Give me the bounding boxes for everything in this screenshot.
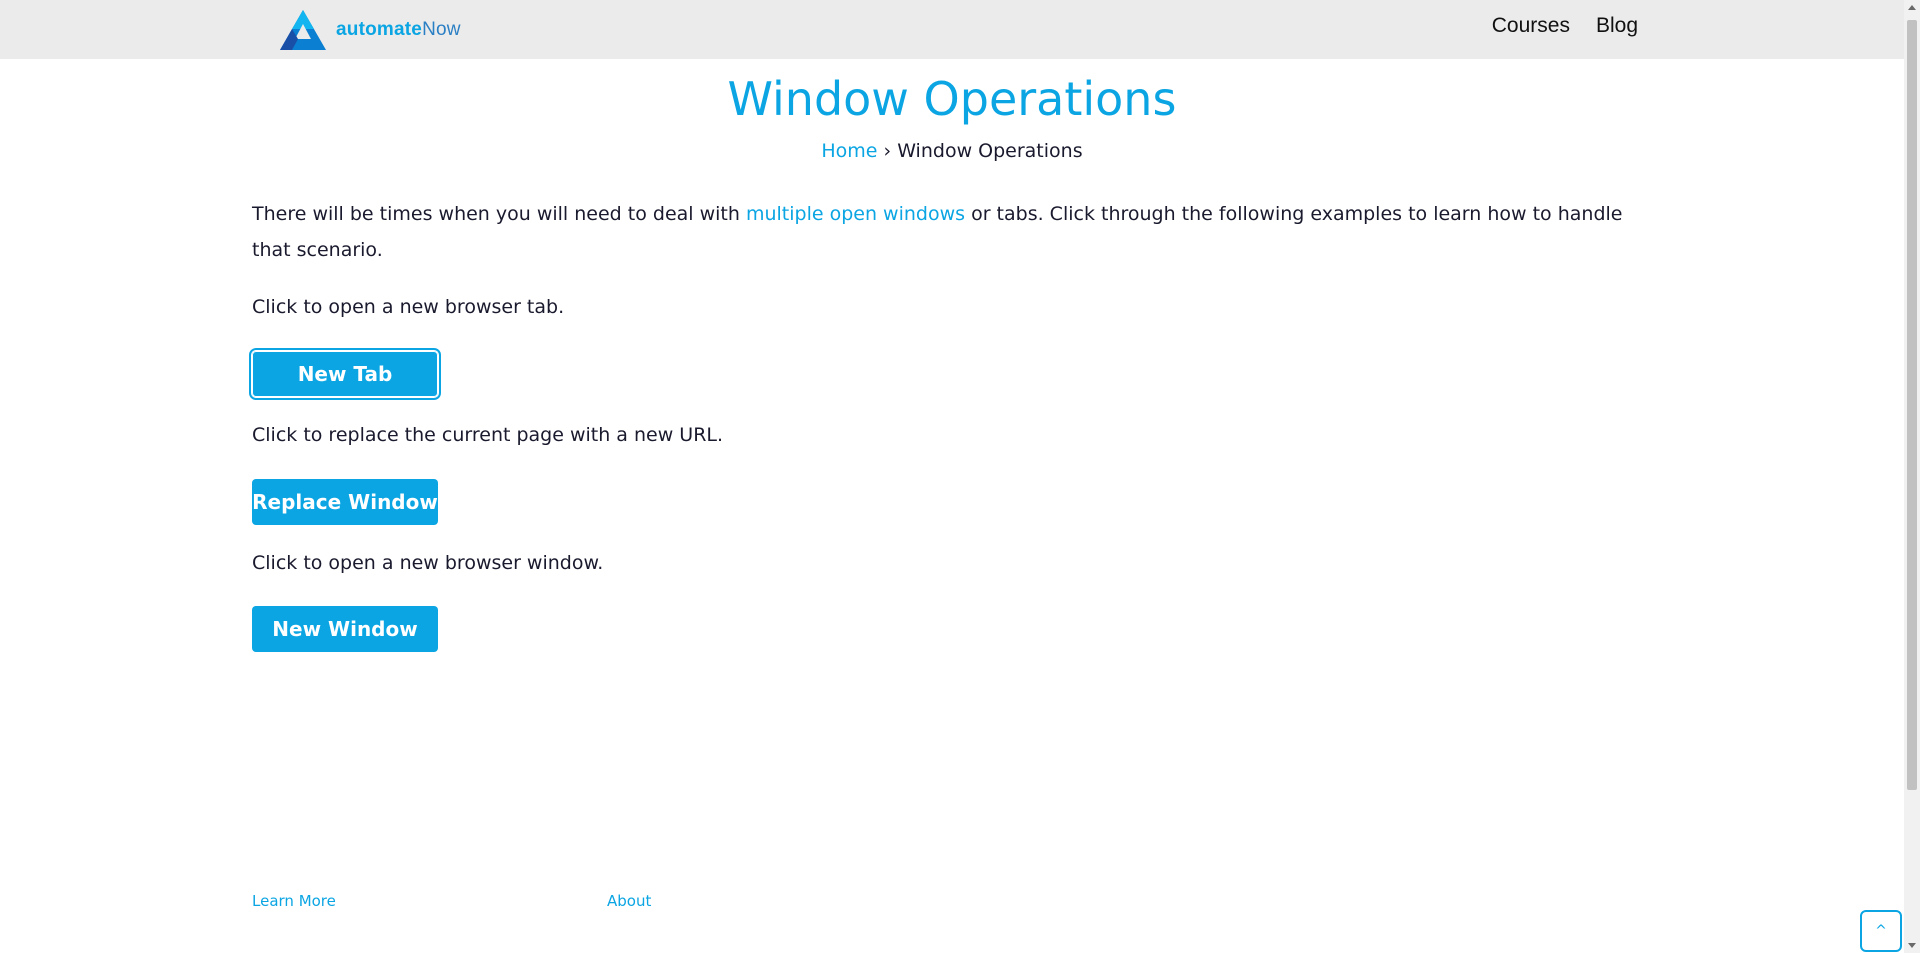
new-window-button[interactable]: New Window bbox=[252, 606, 438, 652]
breadcrumb-current: Window Operations bbox=[897, 140, 1083, 162]
scroll-down-arrow-icon[interactable] bbox=[1908, 943, 1916, 948]
new-tab-button[interactable]: New Tab bbox=[249, 348, 441, 400]
footer-learn-more-link[interactable]: Learn More bbox=[252, 892, 336, 910]
new-window-description: Click to open a new browser window. bbox=[252, 552, 604, 574]
site-header: automateNow Courses Blog bbox=[0, 0, 1904, 59]
replace-window-description: Click to replace the current page with a… bbox=[252, 424, 724, 446]
new-tab-description: Click to open a new browser tab. bbox=[252, 296, 565, 318]
main-nav: Courses Blog bbox=[1492, 14, 1638, 38]
replace-window-button[interactable]: Replace Window bbox=[252, 479, 438, 525]
chevron-up-icon: ^ bbox=[1875, 923, 1887, 939]
scrollbar-thumb[interactable] bbox=[1907, 20, 1917, 790]
breadcrumb-home-link[interactable]: Home bbox=[821, 140, 877, 162]
intro-block: There will be times when you will need t… bbox=[252, 196, 1632, 268]
breadcrumb: Home › Window Operations bbox=[0, 140, 1904, 162]
back-to-top-button[interactable]: ^ bbox=[1860, 910, 1902, 952]
nav-blog[interactable]: Blog bbox=[1596, 14, 1638, 38]
logo-icon bbox=[278, 8, 328, 52]
logo-text: automateNow bbox=[336, 19, 461, 40]
logo-link[interactable]: automateNow bbox=[278, 7, 461, 53]
page-scrollbar[interactable] bbox=[1904, 0, 1920, 953]
scroll-up-arrow-icon[interactable] bbox=[1908, 5, 1916, 10]
footer-about-link[interactable]: About bbox=[607, 892, 651, 910]
intro-paragraph: There will be times when you will need t… bbox=[252, 203, 1623, 261]
nav-courses[interactable]: Courses bbox=[1492, 14, 1570, 38]
multiple-windows-link[interactable]: multiple open windows bbox=[746, 203, 965, 225]
page-title: Window Operations bbox=[727, 72, 1177, 126]
breadcrumb-separator: › bbox=[883, 140, 892, 162]
